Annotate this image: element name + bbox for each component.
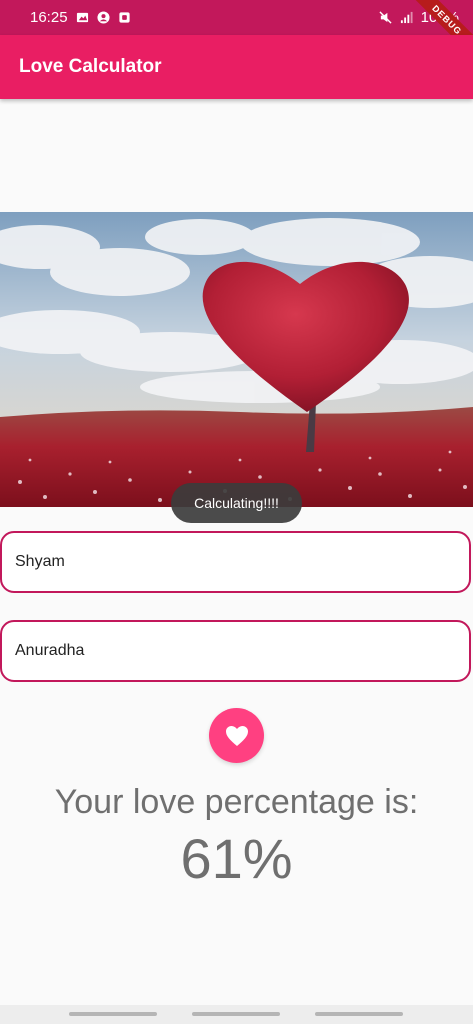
account-icon (97, 11, 110, 24)
status-time: 16:25 (30, 9, 68, 26)
app-icon (118, 12, 130, 23)
image-icon (76, 12, 88, 23)
heart-tree-image (0, 212, 473, 507)
recent-apps-button[interactable] (69, 1012, 157, 1016)
app-bar: Love Calculator (0, 35, 473, 99)
heart-icon (225, 725, 248, 746)
status-bar: 16:25 100% (0, 0, 473, 35)
status-left: 16:25 (30, 9, 131, 26)
name-input-2[interactable]: Anuradha (0, 620, 471, 682)
heart-tree-illustration (0, 212, 473, 507)
signal-icon (400, 11, 413, 24)
result-label: Your love percentage is: (54, 783, 419, 821)
mute-icon (379, 11, 392, 24)
calculate-button[interactable] (209, 708, 264, 763)
result-value: 61% (180, 827, 293, 890)
name-input-1[interactable]: Shyam (0, 531, 471, 593)
app-title: Love Calculator (19, 56, 162, 77)
calculating-toast: Calculating!!!! (171, 483, 302, 523)
back-button[interactable] (315, 1012, 403, 1016)
home-button[interactable] (192, 1012, 280, 1016)
